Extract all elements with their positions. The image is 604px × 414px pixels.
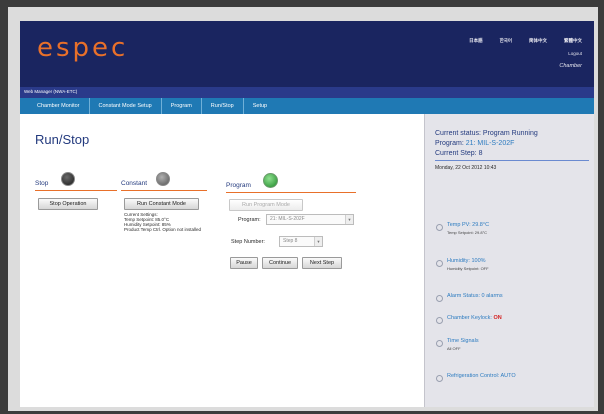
setting-product-temp: Product Temp Ctrl. Option not installed <box>124 227 201 232</box>
lang-korean-link[interactable]: 한국어 <box>500 38 512 44</box>
step-select-value: Step 8 <box>283 238 298 244</box>
tab-run-stop[interactable]: Run/Stop <box>202 98 244 114</box>
program-select[interactable]: 21: MIL-S-202F ▼ <box>266 214 354 225</box>
time-signals-title: Time Signals <box>447 338 479 344</box>
constant-section-label: Constant <box>121 180 148 187</box>
step-number-label: Step Number: <box>231 239 265 245</box>
alarm-icon <box>436 295 443 302</box>
status-label: Current status: <box>435 130 481 137</box>
stop-indicator-lamp <box>61 172 75 186</box>
main-content: Run/Stop Stop Stop Operation Constant Ru… <box>20 114 424 407</box>
status-divider <box>435 160 589 161</box>
next-step-button[interactable]: Next Step <box>302 257 342 269</box>
run-program-mode-button[interactable]: Run Program Mode <box>229 199 303 211</box>
time-signals-state: All OFF <box>447 346 461 351</box>
sub-header-bar: Web Manager (NWA-ETC) <box>20 87 594 98</box>
current-program: Program: 21: MIL-S-202F <box>435 140 514 147</box>
program-indicator-lamp <box>263 173 278 188</box>
step-value: 8 <box>478 150 483 157</box>
chevron-down-icon: ▼ <box>314 237 322 246</box>
temp-setpoint: Temp Setpoint: 29.8°C <box>447 230 488 235</box>
lang-japanese-link[interactable]: 日本語 <box>469 38 483 44</box>
browser-screen: espec 日本語 한국어 简体中文 繁體中文 Logout Chamber W… <box>20 21 594 407</box>
language-selector: 日本語 한국어 简体中文 繁體中文 <box>469 38 582 44</box>
pause-button[interactable]: Pause <box>230 257 258 269</box>
lock-icon <box>436 317 443 324</box>
run-constant-mode-button[interactable]: Run Constant Mode <box>124 198 199 210</box>
program-section-label: Program <box>226 182 251 189</box>
keylock-state: ON <box>493 315 502 321</box>
current-step: Current Step: 8 <box>435 150 483 157</box>
clock-icon <box>436 340 443 347</box>
logout-link[interactable]: Logout <box>568 51 582 56</box>
program-value-link[interactable]: 21: MIL-S-202F <box>466 140 515 147</box>
espec-logo: espec <box>37 33 128 63</box>
stop-section-rule <box>35 190 117 191</box>
alarm-status-title: Alarm Status: 0 alarms <box>447 293 503 299</box>
step-number-select[interactable]: Step 8 ▼ <box>279 236 323 247</box>
tab-chamber-monitor[interactable]: Chamber Monitor <box>20 98 90 114</box>
tab-setup[interactable]: Setup <box>244 98 276 114</box>
current-status: Current status: Program Running <box>435 130 538 137</box>
program-label: Program: <box>435 140 464 147</box>
program-section-rule <box>226 192 356 193</box>
tab-constant-mode-setup[interactable]: Constant Mode Setup <box>90 98 162 114</box>
keylock-label: Chamber Keylock: <box>447 315 492 321</box>
main-nav: Chamber Monitor Constant Mode Setup Prog… <box>20 98 594 114</box>
current-date: Monday, 22 Oct 2012 10:43 <box>435 165 497 171</box>
continue-button[interactable]: Continue <box>262 257 298 269</box>
monitor-bezel: espec 日本語 한국어 简体中文 繁體中文 Logout Chamber W… <box>8 7 598 411</box>
program-select-value: 21: MIL-S-202F <box>270 216 305 222</box>
logo-text: espec <box>37 33 129 63</box>
page-title: Run/Stop <box>35 132 90 147</box>
chamber-name: Chamber <box>559 63 582 69</box>
lang-simplified-chinese-link[interactable]: 简体中文 <box>529 38 547 44</box>
refrigeration-title: Refrigeration Control: AUTO <box>447 373 516 379</box>
lang-traditional-chinese-link[interactable]: 繁體中文 <box>564 38 582 44</box>
step-label: Current Step: <box>435 150 477 157</box>
temp-pv-title: Temp PV: 29.8°C <box>447 222 490 228</box>
program-field-label: Program: <box>238 217 261 223</box>
constant-section-rule <box>121 190 207 191</box>
status-sidebar: Current status: Program Running Program:… <box>424 114 594 407</box>
humidity-setpoint: Humidity Setpoint: OFF <box>447 266 489 271</box>
thermometer-icon <box>436 224 443 231</box>
snowflake-icon <box>436 375 443 382</box>
tab-program[interactable]: Program <box>162 98 202 114</box>
header-bar: espec 日本語 한국어 简体中文 繁體中文 Logout Chamber <box>20 21 594 87</box>
humidity-icon <box>436 260 443 267</box>
keylock-title: Chamber Keylock: ON <box>447 315 502 321</box>
chevron-down-icon: ▼ <box>345 215 353 224</box>
status-value: Program Running <box>482 130 538 137</box>
stop-section-label: Stop <box>35 180 49 187</box>
constant-indicator-lamp <box>156 172 170 186</box>
web-manager-label: Web Manager (NWA-ETC) <box>24 89 78 94</box>
humidity-title: Humidity: 100% <box>447 258 486 264</box>
stop-operation-button[interactable]: Stop Operation <box>38 198 98 210</box>
